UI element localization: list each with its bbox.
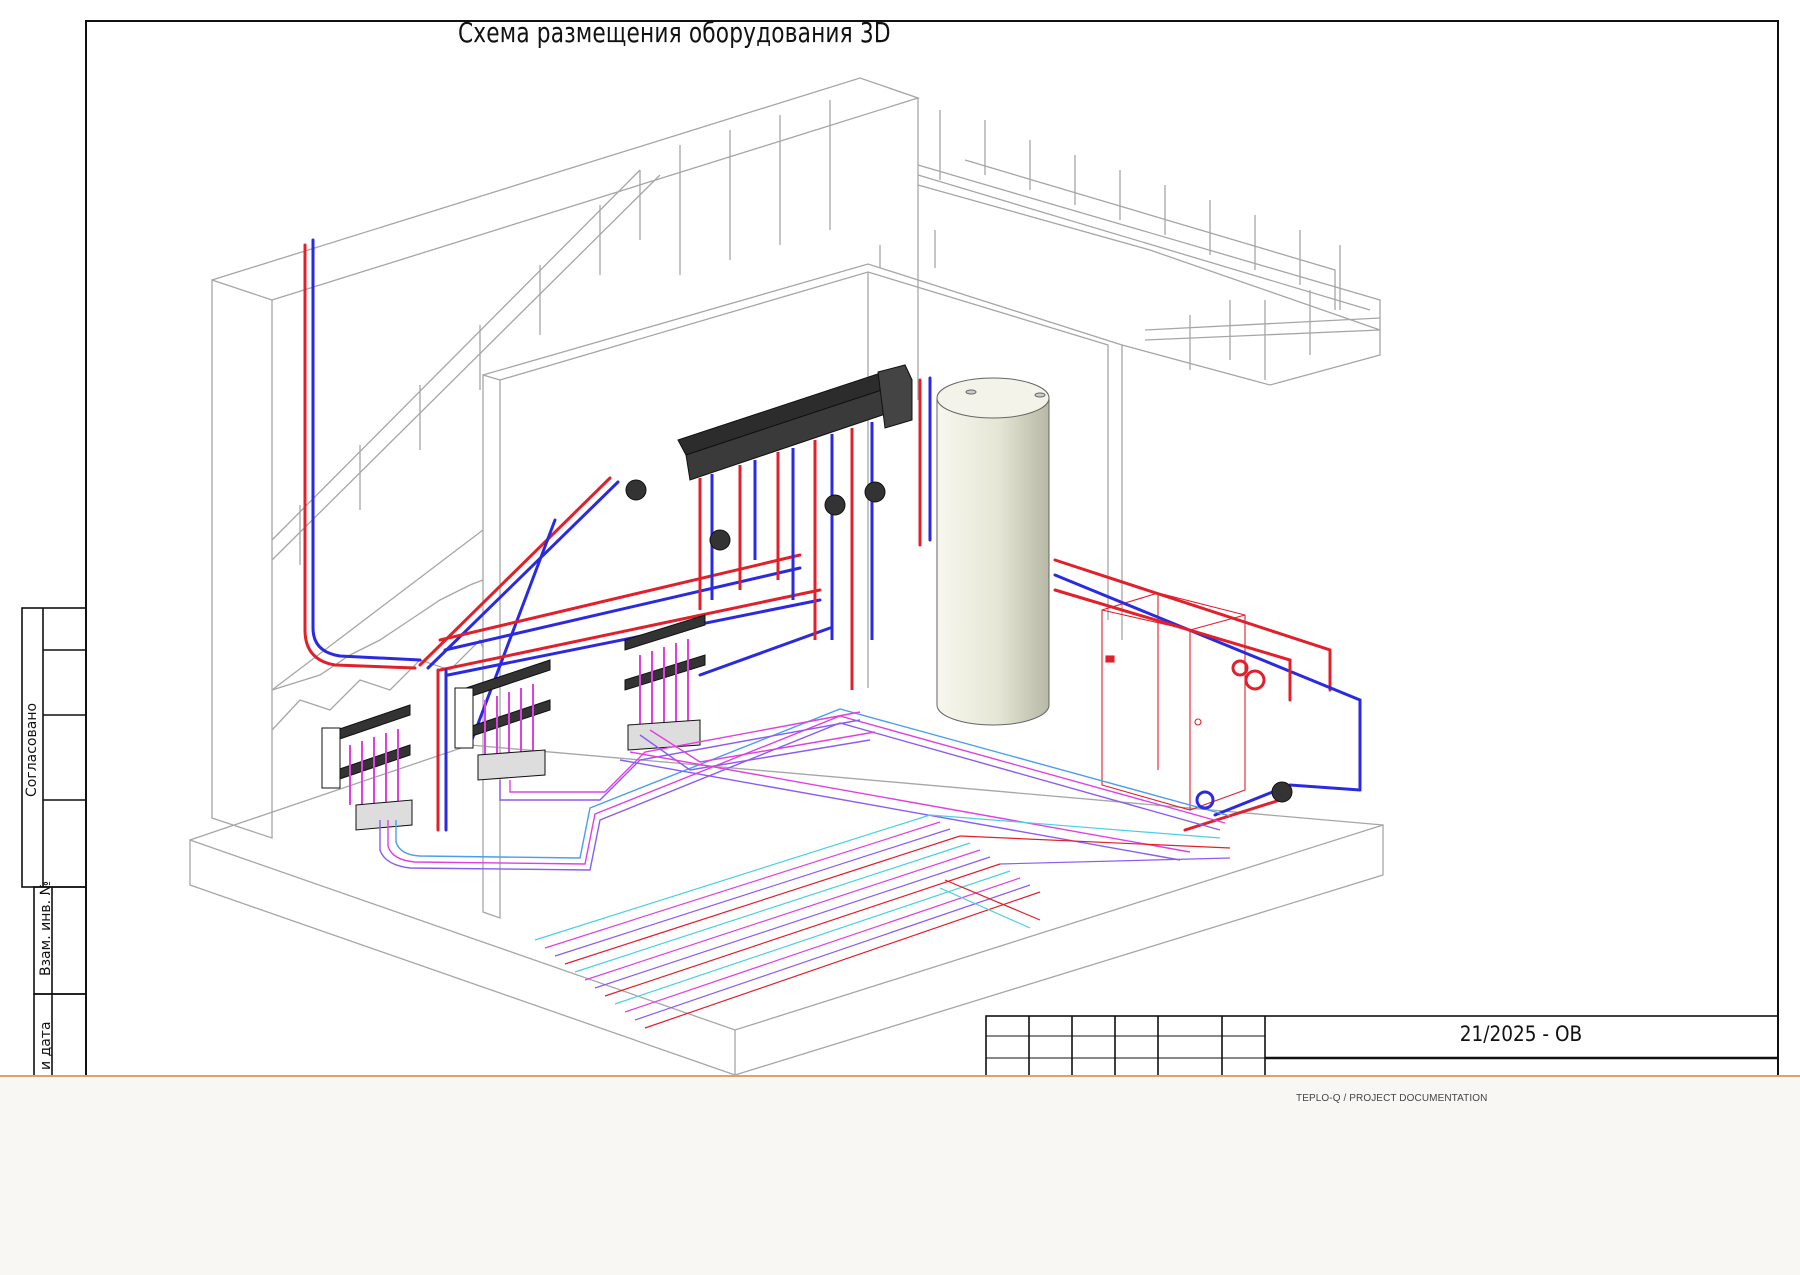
footer-brand-text: TEPLO-Q / PROJECT DOCUMENTATION bbox=[1296, 1093, 1488, 1104]
isometric-equipment-drawing bbox=[21, 20, 1779, 1075]
underfloor-manifolds bbox=[321, 614, 706, 831]
manifold-middle bbox=[454, 659, 551, 781]
hot-water-cylinder bbox=[936, 377, 1050, 726]
distribution-header bbox=[625, 364, 913, 690]
stamp-label-agreed: Согласовано bbox=[24, 702, 40, 797]
staircase bbox=[271, 100, 831, 731]
stamp-label-signature-date: и дата bbox=[38, 1021, 54, 1070]
page-footer: TEPLO-Q / PROJECT DOCUMENTATION bbox=[0, 1075, 1800, 1275]
sheet-title: Схема размещения оборудования 3D bbox=[458, 16, 891, 49]
manifold-left bbox=[321, 704, 413, 831]
drawing-sheet: Схема размещения оборудования 3D Согласо… bbox=[0, 0, 1800, 1075]
manifold-right bbox=[624, 614, 706, 751]
upper-landing-railing bbox=[879, 110, 1381, 386]
stamp-label-replaced-inv: Взам. инв. № bbox=[38, 880, 54, 976]
floor-loop-field bbox=[534, 814, 1231, 1029]
building-structure bbox=[189, 77, 1384, 1075]
document-code: 21/2025 - ОВ bbox=[1459, 1022, 1583, 1046]
left-stamp bbox=[21, 607, 87, 1075]
